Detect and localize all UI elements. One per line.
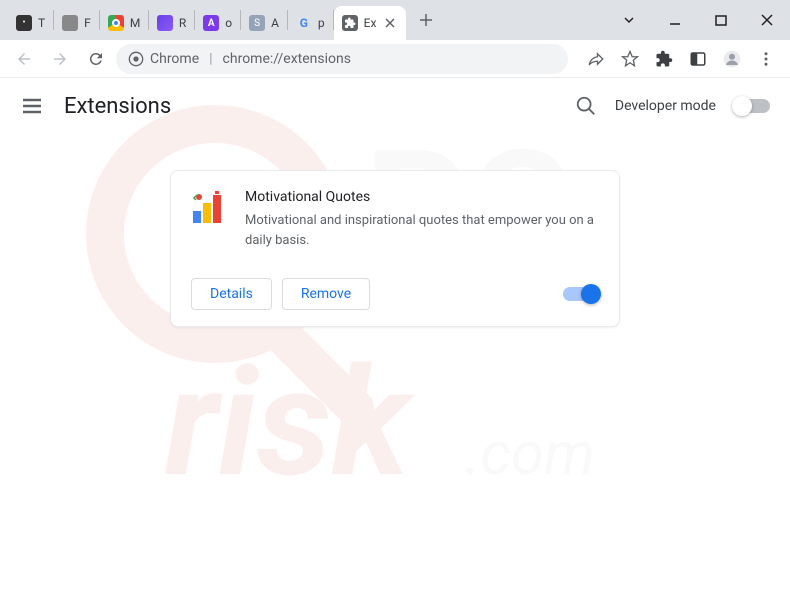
address-bar[interactable]: Chrome | chrome://extensions — [116, 44, 568, 74]
forward-button[interactable] — [44, 43, 76, 75]
tab-favicon: S — [249, 15, 265, 31]
browser-tab[interactable]: SA — [241, 6, 287, 40]
svg-text:.com: .com — [465, 418, 595, 489]
bookmark-button[interactable] — [614, 43, 646, 75]
browser-tab[interactable]: Gp — [288, 6, 333, 40]
chrome-menu-button[interactable] — [750, 43, 782, 75]
extension-name: Motivational Quotes — [245, 189, 599, 205]
tab-favicon: A — [203, 15, 219, 31]
tab-title: Ex — [364, 16, 377, 30]
browser-tab[interactable]: F — [54, 6, 99, 40]
tab-title: p — [318, 16, 325, 30]
reload-button[interactable] — [80, 43, 112, 75]
tab-close-button[interactable] — [382, 15, 398, 31]
share-button[interactable] — [580, 43, 612, 75]
tab-title: T — [38, 16, 45, 30]
tab-favicon: G — [296, 15, 312, 31]
developer-mode-toggle[interactable] — [734, 99, 770, 113]
extension-enable-toggle[interactable] — [563, 287, 599, 301]
remove-button[interactable]: Remove — [282, 278, 370, 310]
browser-toolbar: Chrome | chrome://extensions — [0, 40, 790, 78]
tab-favicon: • — [16, 15, 32, 31]
url-text: chrome://extensions — [223, 51, 351, 67]
extensions-page: Extensions Developer mode Motivational Q… — [0, 78, 790, 327]
window-maximize-button[interactable] — [698, 0, 744, 40]
tab-favicon — [157, 15, 173, 31]
window-close-button[interactable] — [744, 0, 790, 40]
profile-button[interactable] — [716, 43, 748, 75]
chrome-icon — [128, 51, 144, 67]
search-button[interactable] — [575, 95, 597, 117]
browser-tab-active[interactable]: Ex — [334, 6, 407, 40]
menu-icon[interactable] — [20, 94, 44, 118]
tab-title: R — [179, 16, 186, 30]
extensions-icon — [342, 15, 358, 31]
details-button[interactable]: Details — [191, 278, 272, 310]
extensions-button[interactable] — [648, 43, 680, 75]
browser-tab[interactable]: R — [149, 6, 194, 40]
browser-tab[interactable]: M — [100, 6, 148, 40]
tab-title: M — [130, 16, 140, 30]
side-panel-button[interactable] — [682, 43, 714, 75]
extension-description: Motivational and inspirational quotes th… — [245, 211, 599, 250]
browser-tab[interactable]: Ao — [195, 6, 240, 40]
secure-label: Chrome — [150, 51, 199, 67]
window-minimize-button[interactable] — [652, 0, 698, 40]
tab-title: A — [271, 16, 279, 30]
extension-card: Motivational Quotes Motivational and ins… — [170, 170, 620, 327]
browser-tab[interactable]: •T — [8, 6, 53, 40]
new-tab-button[interactable] — [412, 6, 440, 34]
tab-title: o — [225, 16, 232, 30]
tab-favicon — [62, 15, 78, 31]
page-title: Extensions — [64, 94, 171, 119]
tab-title: F — [84, 16, 91, 30]
developer-mode-label: Developer mode — [615, 98, 716, 114]
tab-search-button[interactable] — [606, 0, 652, 40]
extension-icon — [191, 189, 227, 225]
tab-favicon — [108, 15, 124, 31]
svg-text:risk: risk — [165, 335, 416, 511]
back-button[interactable] — [8, 43, 40, 75]
site-info-button[interactable]: Chrome — [128, 51, 199, 67]
window-controls — [606, 0, 790, 40]
page-header: Extensions Developer mode — [0, 78, 790, 134]
